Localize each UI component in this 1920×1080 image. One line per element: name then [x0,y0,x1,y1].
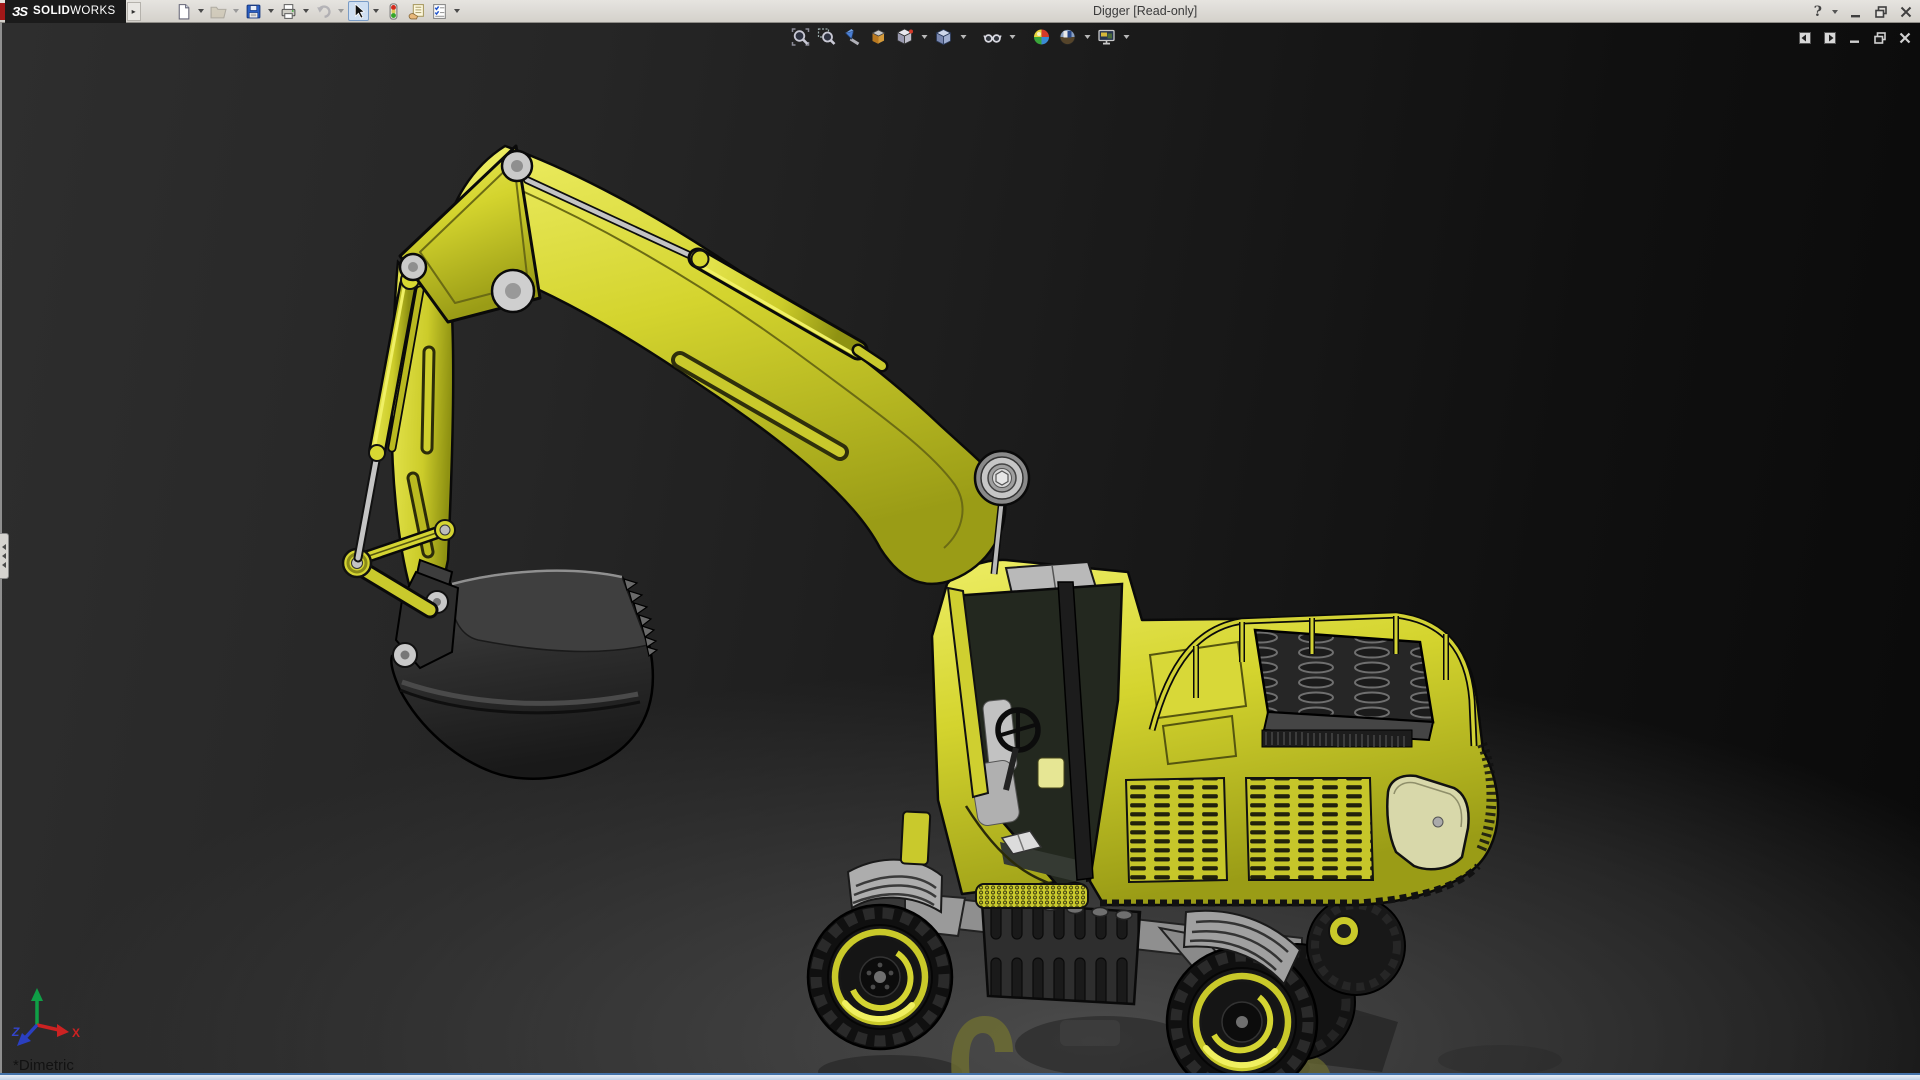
help-button[interactable]: ? [1814,4,1822,20]
rear-window [1386,774,1470,871]
main-toolbar [173,1,462,21]
section-view-button[interactable] [868,26,890,48]
minimize-icon [1851,14,1860,17]
engine-grid-panel [1253,628,1435,748]
front-left-wheel[interactable] [806,903,954,1051]
display-style-icon [935,29,952,46]
view-orientation-dropdown[interactable] [920,26,929,48]
triad-x-label: X [72,1026,80,1040]
save-dropdown[interactable] [266,1,276,21]
open-dropdown[interactable] [231,1,241,21]
view-settings-dropdown[interactable] [1122,26,1131,48]
view-orientation-label: *Dimetric [13,1057,74,1074]
new-document-button[interactable] [173,1,194,21]
minimize-button[interactable] [1848,4,1864,20]
options-checklist-icon [432,3,446,19]
view-settings-button[interactable] [1096,26,1118,48]
select-dropdown[interactable] [371,1,381,21]
dock-left-button[interactable] [1797,30,1812,45]
help-dropdown[interactable] [1831,2,1839,22]
display-style-dropdown[interactable] [959,26,968,48]
view-orientation-button[interactable] [894,26,916,48]
print-button[interactable] [278,1,299,21]
doc-restore-button[interactable] [1872,30,1887,45]
zoom-to-area-icon [817,28,836,45]
solidworks-logo-name: SOLIDWORKS [33,5,116,17]
front-right-wheel[interactable] [1165,945,1319,1080]
rebuild-button[interactable] [383,1,404,21]
hide-show-items-dropdown[interactable] [1008,26,1017,48]
restore-icon [1875,5,1887,18]
collapse-arrow-icon [2,562,6,568]
menu-expand-button[interactable]: ▸ [126,1,141,21]
view-settings-monitor-icon [1098,29,1115,45]
select-tool-button[interactable] [347,1,369,21]
print-dropdown[interactable] [301,1,311,21]
section-view-icon [871,29,886,45]
heads-up-view-toolbar [790,26,1131,48]
close-button[interactable] [1898,4,1914,20]
window-title: Digger [Read-only] [1093,4,1198,18]
document-window-controls [1797,30,1912,45]
undo-dropdown[interactable] [336,1,346,21]
hide-show-items-button[interactable] [982,26,1004,48]
apply-scene-button[interactable] [1057,26,1079,48]
triad-z-label: Z [11,1025,20,1039]
new-dropdown[interactable] [196,1,206,21]
options-button[interactable] [429,1,450,21]
previous-view-button[interactable] [842,26,864,48]
boom-arm[interactable] [341,144,1031,780]
file-properties-button[interactable] [406,1,427,21]
orientation-triad[interactable]: X Z [11,988,80,1046]
solidworks-logo-mark: ЗS [12,3,28,19]
title-bar: ЗS SOLIDWORKS ▸ Digger [Read-only] ? [0,0,1920,23]
previous-view-icon [844,29,860,46]
new-document-icon [178,3,189,19]
zoom-to-fit-icon [791,28,810,46]
model-digger[interactable]: X Z [0,0,1920,1080]
doc-close-button[interactable] [1897,30,1912,45]
save-button[interactable] [243,1,264,21]
display-style-button[interactable] [933,26,955,48]
open-button[interactable] [208,1,229,21]
solidworks-logo: ЗS SOLIDWORKS [5,0,126,23]
close-icon [1900,6,1912,17]
window-controls: ? [1814,0,1914,23]
file-properties-icon [408,3,424,19]
doc-minimize-icon [1849,40,1859,43]
dock-right-icon [1823,31,1836,44]
hide-show-items-glasses-icon [983,34,1002,43]
print-icon [281,3,296,19]
open-folder-icon [210,6,227,18]
options-dropdown[interactable] [452,1,462,21]
edit-appearance-button[interactable] [1031,26,1053,48]
side-mirror [899,810,932,866]
apply-scene-sphere-icon [1059,29,1076,45]
collapse-arrow-icon [2,553,6,559]
undo-button[interactable] [313,1,334,21]
dock-right-button[interactable] [1822,30,1837,45]
save-floppy-icon [246,4,261,18]
rebuild-traffic-light-icon [389,2,398,20]
doc-close-icon [1899,32,1910,43]
select-cursor-icon [354,2,365,19]
view-orientation-icon [896,28,913,45]
apply-scene-dropdown[interactable] [1083,26,1092,48]
edit-appearance-sphere-icon [1034,29,1049,45]
doc-minimize-button[interactable] [1847,30,1862,45]
undo-icon [316,4,331,18]
feature-tree-collapsed-tab[interactable] [0,533,9,579]
restore-button[interactable] [1873,4,1889,20]
zoom-to-fit-button[interactable] [790,26,812,48]
zoom-to-area-button[interactable] [816,26,838,48]
dock-left-icon [1798,31,1811,44]
doc-restore-icon [1873,31,1886,44]
step-grille [975,883,1089,909]
status-bar [0,1073,1920,1080]
collapse-arrow-icon [2,544,6,550]
